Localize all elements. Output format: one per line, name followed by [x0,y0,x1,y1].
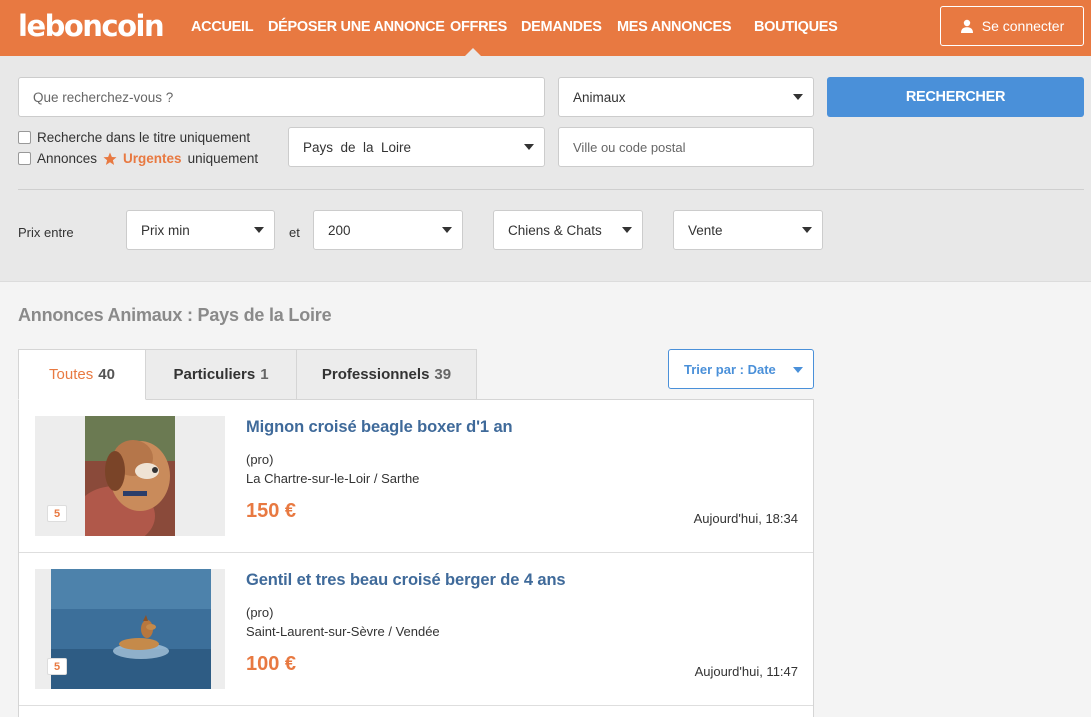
ad-title[interactable]: Mignon croisé beagle boxer d'1 an [246,418,513,437]
ad-type-value: Vente [688,222,723,238]
urgent-suffix: uniquement [187,151,259,166]
login-button-label: Se connecter [981,18,1065,34]
search-panel: Que recherchez-vous ? Animaux RECHERCHER… [0,56,1091,282]
price-and-label: et [289,225,300,240]
top-bar: leboncoin ACCUEIL DÉPOSER UNE ANNONCE OF… [0,0,1091,56]
results-title: Annonces Animaux : Pays de la Loire [18,305,332,325]
urgent-label: Urgentes [123,151,182,166]
ad-photo[interactable]: 5 [35,416,225,536]
ad-photo[interactable]: 5 [35,569,225,689]
price-range-label: Prix entre [18,225,74,240]
region-select[interactable]: Pays de la Loire [288,127,545,167]
tab-particuliers[interactable]: Particuliers 1 [145,349,297,400]
chevron-down-icon [622,227,632,233]
login-button[interactable]: Se connecter [940,6,1084,46]
subcategory-value: Chiens & Chats [508,222,602,238]
photo-count-badge: 5 [47,505,67,522]
price-min-value: Prix min [141,222,190,238]
title-only-checkbox[interactable] [18,131,31,144]
nav-boutiques[interactable]: BOUTIQUES [754,19,838,35]
site-logo[interactable]: leboncoin [18,9,165,43]
ad-list: 5 Mignon croisé beagle boxer d'1 an (pro… [18,399,814,717]
ad-price: 150 € [246,500,297,522]
urgent-prefix: Annonces [37,151,98,166]
ad-title[interactable]: Gentil et tres beau croisé berger de 4 a… [246,571,566,590]
chevron-down-icon [524,144,534,150]
chevron-down-icon [793,367,803,373]
nav-deposer-annonce[interactable]: DÉPOSER UNE ANNONCE [268,19,445,35]
ad-type-select[interactable]: Vente [673,210,823,250]
tab-toutes[interactable]: Toutes 40 [18,349,146,400]
search-input[interactable]: Que recherchez-vous ? [18,77,545,117]
chevron-down-icon [802,227,812,233]
tab-count: 39 [434,366,452,383]
user-icon [960,19,973,33]
dog-photo [51,569,211,689]
ad-seller-type: (pro) [246,452,274,467]
ad-price: 100 € [246,653,297,675]
nav-accueil[interactable]: ACCUEIL [191,19,254,35]
chevron-down-icon [793,94,803,100]
ad-item[interactable]: 5 Mignon croisé beagle boxer d'1 an (pro… [19,400,813,553]
ad-date: Aujourd'hui, 18:34 [693,511,798,526]
urgent-only-checkbox[interactable] [18,152,31,165]
nav-mes-annonces[interactable]: MES ANNONCES [617,19,732,35]
search-button[interactable]: RECHERCHER [827,77,1084,117]
sort-dropdown[interactable]: Trier par : Date [668,349,814,389]
tab-count: 1 [260,366,269,383]
ad-date: Aujourd'hui, 11:47 [694,664,798,679]
urgent-only-option[interactable]: Annonces Urgentes uniquement [18,151,258,166]
chevron-down-icon [442,227,452,233]
title-only-option[interactable]: Recherche dans le titre uniquement [18,130,250,145]
search-divider [18,189,1084,190]
nav-demandes[interactable]: DEMANDES [521,19,602,35]
tab-professionnels[interactable]: Professionnels 39 [296,349,477,400]
category-select[interactable]: Animaux [558,77,814,117]
photo-count-badge: 5 [47,658,67,675]
price-max-select[interactable]: 200 [313,210,463,250]
ad-location: Saint-Laurent-sur-Sèvre / Vendée [246,624,440,639]
city-input[interactable]: Ville ou code postal [558,127,814,167]
tab-count: 40 [98,366,115,383]
category-select-value: Animaux [573,89,626,105]
tab-label: Particuliers [173,366,256,383]
ad-item[interactable]: 5 Gentil et tres beau croisé berger de 4… [19,553,813,706]
region-select-value: Pays de la Loire [303,139,412,155]
star-icon [103,152,117,165]
ad-location: La Chartre-sur-le-Loir / Sarthe [246,471,420,486]
tab-label: Professionnels [321,366,430,383]
price-max-value: 200 [328,222,351,238]
nav-offres[interactable]: OFFRES [450,19,507,35]
dog-photo [85,416,175,536]
price-min-select[interactable]: Prix min [126,210,275,250]
title-only-label: Recherche dans le titre uniquement [37,130,251,145]
sort-label: Trier par : Date [684,361,776,377]
ad-seller-type: (pro) [246,605,274,620]
subcategory-select[interactable]: Chiens & Chats [493,210,643,250]
tab-label: Toutes [49,366,94,383]
active-nav-indicator [465,48,481,56]
chevron-down-icon [254,227,264,233]
